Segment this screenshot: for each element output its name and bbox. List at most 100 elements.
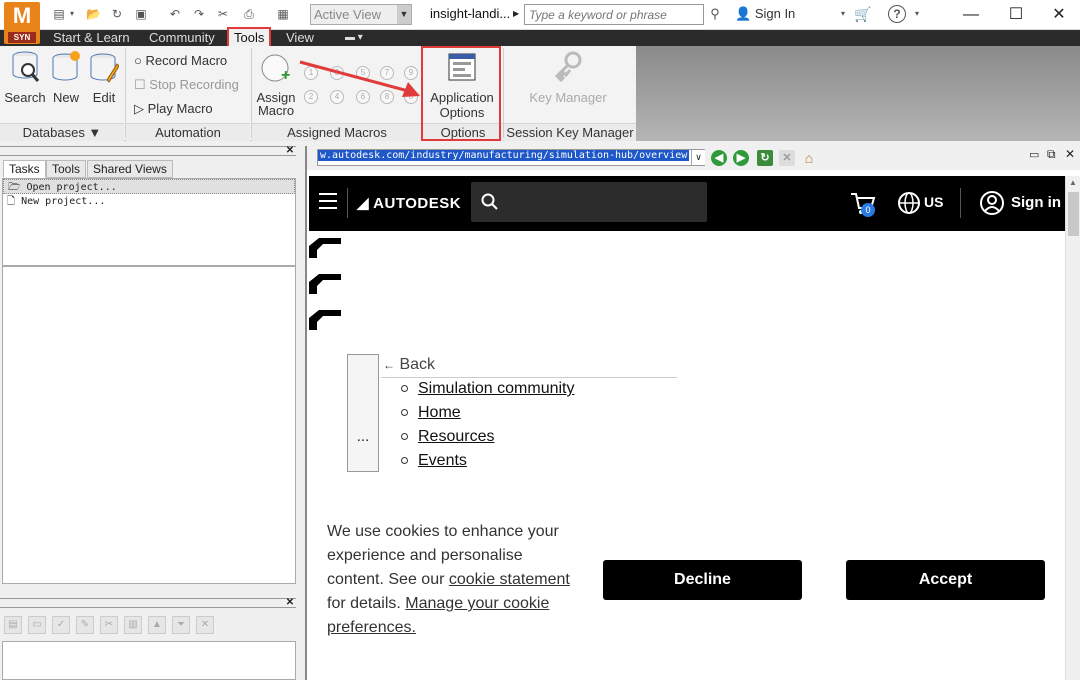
accept-button[interactable]: Accept [846, 560, 1045, 600]
play-macro-button[interactable]: ▷ Play Macro [134, 101, 213, 117]
databases-group-label[interactable]: Databases ▼ [0, 123, 124, 141]
up-icon: ▲ [148, 616, 166, 634]
dropdown-icon[interactable]: ▾ [68, 7, 76, 21]
annotation-highlight-box [421, 46, 501, 141]
help-icon[interactable]: ? [888, 5, 906, 23]
panel-grip[interactable] [0, 598, 296, 608]
cookie-notice: We use cookies to enhance your experienc… [327, 520, 577, 640]
tab-view[interactable]: View [286, 30, 314, 46]
save-icon[interactable]: ▣ [134, 7, 148, 21]
arrow-left-icon: ← [383, 358, 395, 372]
tab-shared-views[interactable]: Shared Views [87, 160, 173, 178]
refresh-icon[interactable]: ↻ [757, 150, 773, 166]
dropdown-icon[interactable]: ▾ [910, 7, 924, 21]
menu-link-simulation-community[interactable]: Simulation community [418, 380, 575, 397]
more-button[interactable]: ... [347, 354, 379, 472]
list-item[interactable]: 🗋 New project... [3, 194, 295, 209]
list-item[interactable]: 🗁 Open project... [3, 179, 295, 194]
assigned-macros-group-label: Assigned Macros [252, 123, 422, 141]
site-search-input[interactable] [471, 182, 707, 222]
redo-icon[interactable]: ↷ [192, 7, 206, 21]
undo-icon[interactable]: ↶ [168, 7, 182, 21]
broken-image-icon [309, 310, 341, 330]
close-icon[interactable]: ✕ [1036, 2, 1080, 28]
bullet-icon [401, 433, 408, 441]
menu-link-home[interactable]: Home [418, 404, 461, 421]
layout-icon[interactable]: ▦ [276, 7, 290, 21]
cart-icon[interactable]: 🛒 [854, 7, 871, 21]
database-new-icon [52, 51, 80, 81]
back-arrow-icon[interactable]: ◀ [711, 150, 727, 166]
sign-in-button[interactable]: 👤 Sign In [735, 6, 795, 22]
edit-database-button[interactable]: Edit [86, 50, 122, 105]
user-icon[interactable] [979, 190, 1005, 216]
new-file-icon[interactable]: ▤ [52, 7, 66, 21]
tab-community[interactable]: Community [149, 30, 215, 46]
check-icon: ✓ [52, 616, 70, 634]
active-view-select[interactable]: Active View ▼ [310, 4, 412, 25]
dropdown-icon[interactable]: ▾ [836, 7, 850, 21]
folder-open-icon: 🗁 [8, 182, 21, 193]
open-folder-icon[interactable]: 📂 [86, 7, 101, 21]
list-item[interactable]: Resources [401, 428, 494, 446]
maximize-icon[interactable]: ☐ [993, 2, 1039, 28]
region-selector[interactable]: US [924, 194, 943, 210]
scrollbar-thumb[interactable] [1068, 192, 1079, 236]
tab-start-learn[interactable]: Start & Learn [53, 30, 130, 46]
cut-icon[interactable]: ✂ [216, 7, 230, 21]
list-item[interactable]: Events [401, 452, 467, 470]
cookie-statement-link[interactable]: cookie statement [449, 571, 570, 588]
stop-icon[interactable]: ✕ [779, 150, 795, 166]
url-input[interactable]: w.autodesk.com/industry/manufacturing/si… [317, 149, 705, 166]
divider [960, 188, 961, 218]
search-label: Search [4, 90, 46, 105]
restore-icon[interactable]: ⧉ [1047, 147, 1056, 162]
refresh-icon[interactable]: ↻ [110, 7, 124, 21]
forward-arrow-icon[interactable]: ▶ [733, 150, 749, 166]
key-icon [554, 51, 582, 83]
decline-button[interactable]: Decline [603, 560, 802, 600]
chevron-right-icon[interactable]: ▶ [513, 9, 519, 18]
search-database-button[interactable]: Search [4, 50, 46, 105]
vertical-scrollbar[interactable]: ▲ [1065, 176, 1080, 680]
menu-link-resources[interactable]: Resources [418, 428, 494, 445]
tab-tools-panel[interactable]: Tools [46, 160, 87, 178]
panel-grip[interactable] [0, 146, 296, 156]
keyword-search-input[interactable] [524, 4, 704, 25]
tab-tools[interactable]: Tools [227, 27, 272, 48]
stop-icon: ☐ [134, 77, 146, 92]
list-item[interactable]: Home [401, 404, 461, 422]
new-database-button[interactable]: New [48, 50, 84, 105]
site-sign-in-button[interactable]: Sign in [1011, 194, 1061, 211]
menu-link-events[interactable]: Events [418, 452, 467, 469]
divider [347, 188, 348, 218]
scroll-up-icon[interactable]: ▲ [1069, 178, 1077, 187]
back-link[interactable]: ← Back [381, 356, 677, 378]
document-title: insight-landi... [430, 6, 511, 21]
autodesk-header: ◢ AUTODESK 0 US Sign in [309, 176, 1067, 231]
binoculars-icon[interactable]: ⚲ [708, 7, 722, 21]
hamburger-menu-icon[interactable] [319, 193, 337, 213]
task-new-project: New project... [21, 196, 106, 207]
globe-icon[interactable] [897, 191, 921, 215]
list-item[interactable]: Simulation community [401, 380, 575, 398]
minimize-icon[interactable]: — [948, 2, 994, 28]
chevron-down-icon[interactable]: ∨ [691, 150, 705, 165]
autodesk-logo[interactable]: ◢ AUTODESK [357, 194, 461, 212]
close-icon[interactable]: ✕ [284, 598, 296, 608]
record-macro-button[interactable]: ○ Record Macro [134, 53, 227, 68]
customize-dropdown-icon[interactable]: ▬ ▾ [345, 30, 363, 46]
minimize-icon[interactable]: ▭ [1029, 148, 1039, 161]
print-icon[interactable]: ⎙ [242, 7, 256, 21]
home-icon[interactable]: ⌂ [801, 150, 817, 166]
url-toolbar: w.autodesk.com/industry/manufacturing/si… [307, 146, 1080, 170]
record-icon: ○ [134, 53, 142, 68]
tab-tasks[interactable]: Tasks [3, 160, 46, 178]
task-open-project: Open project... [26, 182, 117, 193]
svg-text:+: + [281, 67, 290, 84]
close-icon[interactable]: ✕ [284, 146, 296, 156]
close-icon[interactable]: ✕ [1065, 147, 1075, 161]
play-icon: ▷ [134, 101, 144, 116]
stop-recording-label: Stop Recording [149, 77, 239, 92]
app-logo[interactable]: M SYN [4, 2, 40, 44]
